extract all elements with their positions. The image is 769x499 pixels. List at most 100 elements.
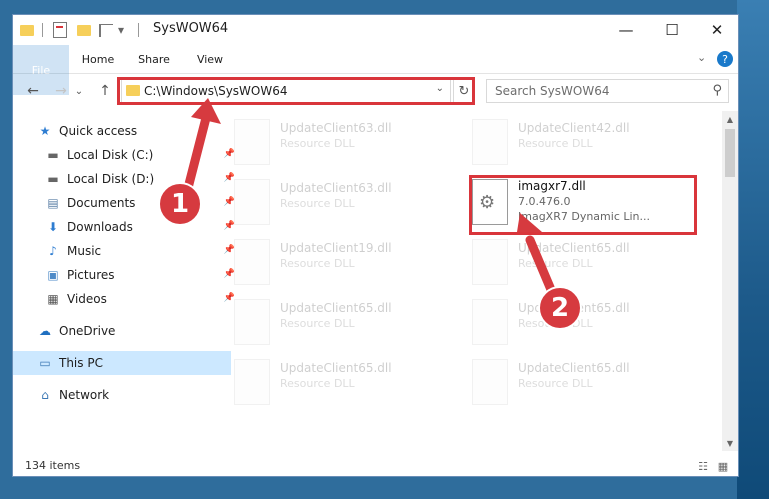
file-name: imagxr7.dll: [518, 179, 586, 193]
dll-file-icon: [234, 359, 270, 405]
recent-locations-button[interactable]: ⌄: [73, 81, 85, 101]
search-box[interactable]: Search SysWOW64 ⚲: [486, 79, 729, 103]
sidebar-item-label: Downloads: [67, 220, 133, 234]
file-tile[interactable]: UpdateClient63.dll Resource DLL: [234, 177, 454, 227]
sidebar-item-this-pc[interactable]: ▭ This PC: [13, 351, 231, 375]
file-tile[interactable]: UpdateClient65.dll Resource DLL: [234, 297, 454, 347]
customize-toolbar-icon[interactable]: [97, 21, 115, 39]
file-description: Resource DLL: [518, 257, 593, 270]
window-title: SysWOW64: [153, 21, 229, 36]
minimize-button[interactable]: —: [603, 15, 649, 45]
file-list: UpdateClient63.dll Resource DLL UpdateCl…: [210, 111, 725, 451]
tab-home[interactable]: Home: [75, 45, 121, 73]
forward-button[interactable]: →: [51, 81, 71, 101]
sidebar-item-quick-access[interactable]: ★ Quick access: [13, 119, 231, 143]
dll-file-icon: [234, 119, 270, 165]
sidebar-item-documents[interactable]: ▤ Documents 📌: [13, 191, 239, 215]
file-description: Resource DLL: [518, 137, 593, 150]
sidebar-item-label: This PC: [59, 356, 103, 370]
up-button[interactable]: ↑: [95, 81, 115, 101]
network-icon: ⌂: [41, 388, 49, 402]
file-tile[interactable]: UpdateClient42.dll Resource DLL: [472, 117, 692, 167]
sidebar-item-videos[interactable]: ▦ Videos 📌: [13, 287, 239, 311]
music-icon: ♪: [49, 244, 57, 258]
sidebar-item-label: OneDrive: [59, 324, 116, 338]
close-button[interactable]: ✕: [694, 15, 738, 45]
search-icon[interactable]: ⚲: [712, 83, 722, 98]
file-description: Resource DLL: [280, 257, 355, 270]
dll-file-icon: [472, 299, 508, 345]
ribbon-tabs: File Home Share View ⌄ ?: [13, 45, 738, 95]
drive-icon: ▬: [47, 148, 59, 162]
scroll-down-icon[interactable]: ▼: [722, 435, 738, 451]
file-description: ImagXR7 Dynamic Lin...: [518, 210, 651, 223]
status-bar: 134 items ☷ ▦: [13, 455, 738, 476]
file-name: UpdateClient65.dll: [280, 361, 392, 375]
maximize-button[interactable]: ☐: [649, 15, 695, 45]
file-name: UpdateClient63.dll: [280, 121, 392, 135]
refresh-button[interactable]: ↻: [453, 79, 475, 103]
sidebar-item-onedrive[interactable]: ☁ OneDrive: [13, 319, 231, 343]
chevron-down-icon[interactable]: ⌄: [436, 83, 444, 94]
toolbar-divider: [41, 21, 43, 39]
file-version: 7.0.476.0: [518, 195, 571, 208]
back-button[interactable]: ←: [23, 81, 43, 101]
dll-file-icon: [234, 239, 270, 285]
address-path[interactable]: C:\Windows\SysWOW64: [144, 84, 288, 98]
sidebar-item-label: Documents: [67, 196, 136, 210]
file-tile[interactable]: UpdateClient65.dll Resource DLL: [472, 237, 692, 287]
file-tile-imagxr7[interactable]: ⚙ imagxr7.dll 7.0.476.0 ImagXR7 Dynamic …: [472, 177, 692, 227]
file-name: UpdateClient42.dll: [518, 121, 630, 135]
sidebar-item-label: Network: [59, 388, 110, 402]
scroll-up-icon[interactable]: ▲: [722, 111, 738, 127]
drive-icon: ▬: [47, 172, 59, 186]
help-icon[interactable]: ?: [717, 51, 733, 67]
tab-view[interactable]: View: [189, 45, 231, 73]
sidebar-item-downloads[interactable]: ⬇ Downloads 📌: [13, 215, 239, 239]
sidebar-item-local-disk-d[interactable]: ▬ Local Disk (D:) 📌: [13, 167, 239, 191]
folder-icon: [19, 21, 35, 39]
details-view-icon[interactable]: ☷: [695, 459, 711, 473]
dll-file-icon: [472, 119, 508, 165]
file-tile[interactable]: UpdateClient65.dll Resource DLL: [234, 357, 454, 407]
sidebar-item-pictures[interactable]: ▣ Pictures 📌: [13, 263, 239, 287]
address-bar[interactable]: C:\Windows\SysWOW64 ⌄: [121, 79, 451, 103]
sidebar-item-network[interactable]: ⌂ Network: [13, 383, 231, 407]
file-name: UpdateClient65.dll: [280, 301, 392, 315]
sidebar-item-label: Quick access: [59, 124, 138, 138]
star-icon: ★: [39, 124, 51, 138]
search-input[interactable]: Search SysWOW64: [495, 84, 609, 98]
chevron-down-icon[interactable]: ▾: [115, 21, 127, 39]
file-name: UpdateClient63.dll: [280, 181, 392, 195]
expand-ribbon-icon[interactable]: ⌄: [697, 51, 706, 64]
file-description: Resource DLL: [280, 377, 355, 390]
step-1-badge: 1: [158, 182, 202, 226]
vertical-scrollbar[interactable]: ▲ ▼: [722, 111, 738, 451]
file-name: UpdateClient65.dll: [518, 241, 630, 255]
pc-icon: ▭: [39, 356, 51, 370]
tab-share[interactable]: Share: [131, 45, 177, 73]
toolbar-divider: [137, 21, 139, 39]
sidebar-item-label: Local Disk (C:): [67, 148, 154, 162]
step-2-badge: 2: [538, 286, 582, 330]
sidebar-item-music[interactable]: ♪ Music 📌: [13, 239, 239, 263]
navigation-bar: ← → ⌄ ↑ C:\Windows\SysWOW64 ⌄ ↻ Search S…: [13, 73, 738, 109]
file-tile[interactable]: UpdateClient65.dll Resource DLL: [472, 297, 692, 347]
properties-icon[interactable]: [51, 21, 69, 39]
dll-file-icon: [234, 179, 270, 225]
new-folder-icon[interactable]: [75, 21, 93, 39]
documents-icon: ▤: [47, 196, 59, 210]
tiles-view-icon[interactable]: ▦: [715, 459, 731, 473]
sidebar-item-local-disk-c[interactable]: ▬ Local Disk (C:) 📌: [13, 143, 239, 167]
file-tile[interactable]: UpdateClient19.dll Resource DLL: [234, 237, 454, 287]
sidebar-item-label: Pictures: [67, 268, 115, 282]
downloads-icon: ⬇: [47, 220, 59, 234]
sidebar-item-label: Music: [67, 244, 102, 258]
file-description: Resource DLL: [280, 197, 355, 210]
file-tile[interactable]: UpdateClient65.dll Resource DLL: [472, 357, 692, 407]
dll-file-icon: ⚙: [472, 179, 508, 225]
file-tile[interactable]: UpdateClient63.dll Resource DLL: [234, 117, 454, 167]
scrollbar-thumb[interactable]: [725, 129, 735, 177]
file-description: Resource DLL: [280, 317, 355, 330]
file-description: Resource DLL: [280, 137, 355, 150]
